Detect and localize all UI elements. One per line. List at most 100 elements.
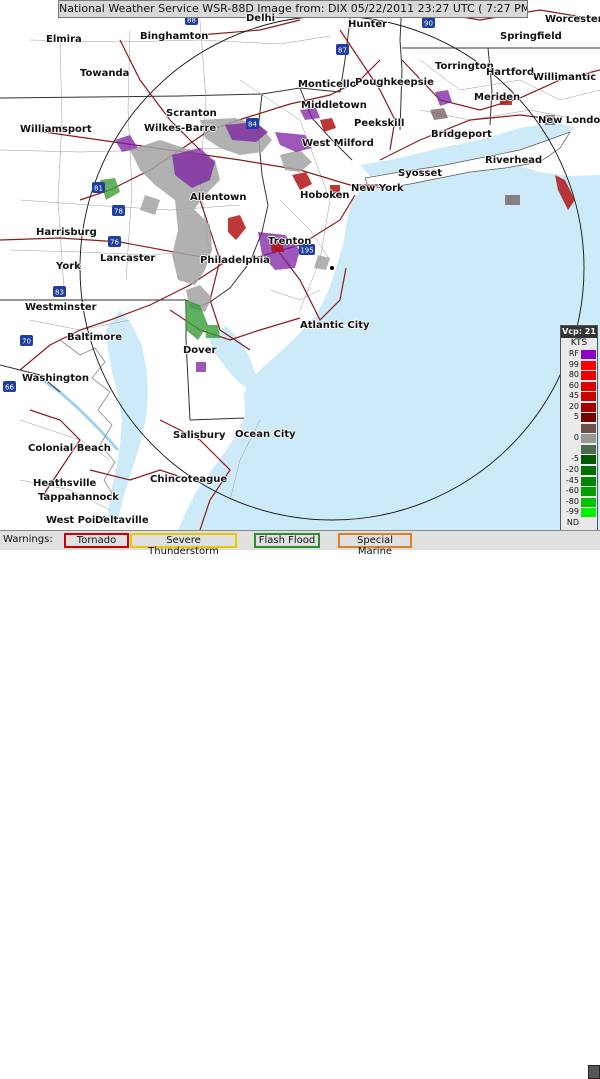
svg-text:81: 81: [94, 185, 103, 193]
warnings-bar: Warnings: Tornado Severe Thunderstorm Fl…: [0, 530, 600, 1079]
legend-row: 45: [561, 391, 597, 402]
city-label-new-york: New York: [351, 183, 404, 194]
city-label-heathsville: Heathsville: [33, 478, 97, 489]
legend-row: 5: [561, 412, 597, 423]
legend-color-swatch: [581, 455, 596, 465]
city-label-wilkes-barre: Wilkes-Barre: [144, 123, 217, 134]
warning-tornado-button[interactable]: Tornado: [64, 533, 129, 548]
legend-row: -20: [561, 465, 597, 476]
legend-row-label: 5: [573, 412, 579, 422]
legend-rows: RF 99 80 60 45 20 5 0 -5 -20 -45 -60 -80 -99 ND: [561, 349, 597, 528]
i90-shield: 90: [422, 17, 435, 28]
legend-row: [561, 423, 597, 434]
legend-row-label: RF: [568, 349, 579, 358]
svg-text:66: 66: [5, 384, 14, 392]
city-label-ocean-city: Ocean City: [235, 429, 296, 440]
city-label-salisbury: Salisbury: [173, 430, 226, 441]
i66-shield: 66: [3, 381, 16, 392]
legend-row-label: 0: [573, 433, 579, 443]
legend-color-swatch: [581, 392, 596, 402]
legend-row-label: -20: [565, 465, 579, 475]
city-label-towanda: Towanda: [80, 68, 130, 79]
i76-shield: 76: [108, 236, 121, 247]
legend-color-swatch: [581, 518, 596, 528]
city-label-tappahannock: Tappahannock: [38, 492, 119, 503]
i84-shield: 84: [246, 118, 259, 129]
city-label-allentown: Allentown: [190, 192, 247, 203]
city-label-hartford: Hartford: [486, 67, 535, 78]
legend-row: 0: [561, 433, 597, 444]
legend-row-label: -45: [565, 475, 579, 485]
city-label-chincoteague: Chincoteague: [150, 474, 228, 485]
city-label-dover: Dover: [183, 345, 217, 356]
city-label-worcester: Worcester: [545, 14, 600, 25]
legend-row-label: -5: [571, 454, 579, 464]
velocity-legend: Vcp: 21 KTS RF 99 80 60 45 20 5 0 -5 -20 -45 -60 -80…: [560, 325, 598, 545]
legend-color-swatch: [581, 487, 596, 497]
warnings-end-marker: [588, 1065, 600, 1079]
legend-row: -99: [561, 507, 597, 518]
radar-site-marker: [330, 266, 334, 270]
city-label-meriden: Meriden: [474, 92, 521, 103]
city-label-hunter: Hunter: [348, 19, 388, 30]
city-label-syosset: Syosset: [398, 168, 443, 179]
city-label-new-london: New London: [538, 115, 600, 126]
legend-color-swatch: [581, 350, 596, 359]
city-label-elmira: Elmira: [46, 34, 82, 45]
legend-row: [561, 444, 597, 455]
warnings-label: Warnings:: [3, 534, 53, 545]
legend-row-label: 99: [568, 359, 579, 369]
legend-row-label: 45: [568, 391, 579, 401]
legend-row: -5: [561, 454, 597, 465]
i70-shield: 70: [20, 335, 33, 346]
legend-color-swatch: [581, 413, 596, 423]
legend-color-swatch: [581, 423, 596, 433]
legend-vcp-header: Vcp: 21: [561, 326, 597, 338]
city-label-washington: Washington: [22, 373, 89, 384]
city-label-atlantic-city: Atlantic City: [300, 320, 370, 331]
legend-unit-label: KTS: [570, 338, 588, 348]
legend-row-label: -60: [565, 486, 579, 496]
city-label-bridgeport: Bridgeport: [431, 129, 492, 140]
city-label-scranton: Scranton: [166, 108, 217, 119]
legend-color-swatch: [581, 508, 596, 518]
city-label-willimantic: Willimantic: [533, 72, 597, 83]
legend-color-swatch: [581, 444, 596, 454]
legend-row-label: 60: [568, 380, 579, 390]
svg-text:83: 83: [55, 289, 64, 297]
legend-color-swatch: [581, 476, 596, 486]
legend-row: RF: [561, 349, 597, 360]
radar-title: National Weather Service WSR-88D Image f…: [58, 0, 528, 18]
city-label-riverhead: Riverhead: [485, 155, 543, 166]
legend-color-swatch: [581, 402, 596, 412]
legend-color-swatch: [581, 497, 596, 507]
city-label-peekskill: Peekskill: [354, 118, 405, 129]
legend-color-swatch: [581, 381, 596, 391]
i87-shield: 87: [336, 44, 349, 55]
city-label-colonial-beach: Colonial Beach: [28, 443, 111, 454]
city-label-deltaville: Deltaville: [95, 515, 149, 526]
legend-row: 80: [561, 370, 597, 381]
city-label-york: York: [56, 261, 81, 272]
city-label-monticello: Monticello: [298, 79, 357, 90]
legend-row-label: -80: [565, 496, 579, 506]
warning-flash-flood-button[interactable]: Flash Flood: [254, 533, 320, 548]
legend-row: -45: [561, 476, 597, 487]
city-label-harrisburg: Harrisburg: [36, 227, 97, 238]
legend-row-label: -99: [565, 507, 579, 517]
svg-text:87: 87: [338, 47, 347, 55]
warning-special-marine-button[interactable]: Special Marine: [338, 533, 412, 557]
city-label-hoboken: Hoboken: [300, 190, 350, 201]
legend-row-label: 80: [568, 370, 579, 380]
i78-shield: 78: [112, 205, 125, 216]
warning-severe-thunderstorm-button[interactable]: Severe Thunderstorm: [130, 533, 237, 557]
legend-row: 20: [561, 402, 597, 413]
legend-color-swatch: [581, 371, 596, 381]
legend-row: ND: [561, 518, 597, 529]
legend-color-swatch: [581, 360, 596, 370]
city-label-torrington: Torrington: [435, 61, 494, 72]
city-label-springfield: Springfield: [500, 31, 562, 42]
legend-row: -60: [561, 486, 597, 497]
city-label-middletown: Middletown: [301, 100, 367, 111]
legend-color-swatch: [581, 434, 596, 444]
